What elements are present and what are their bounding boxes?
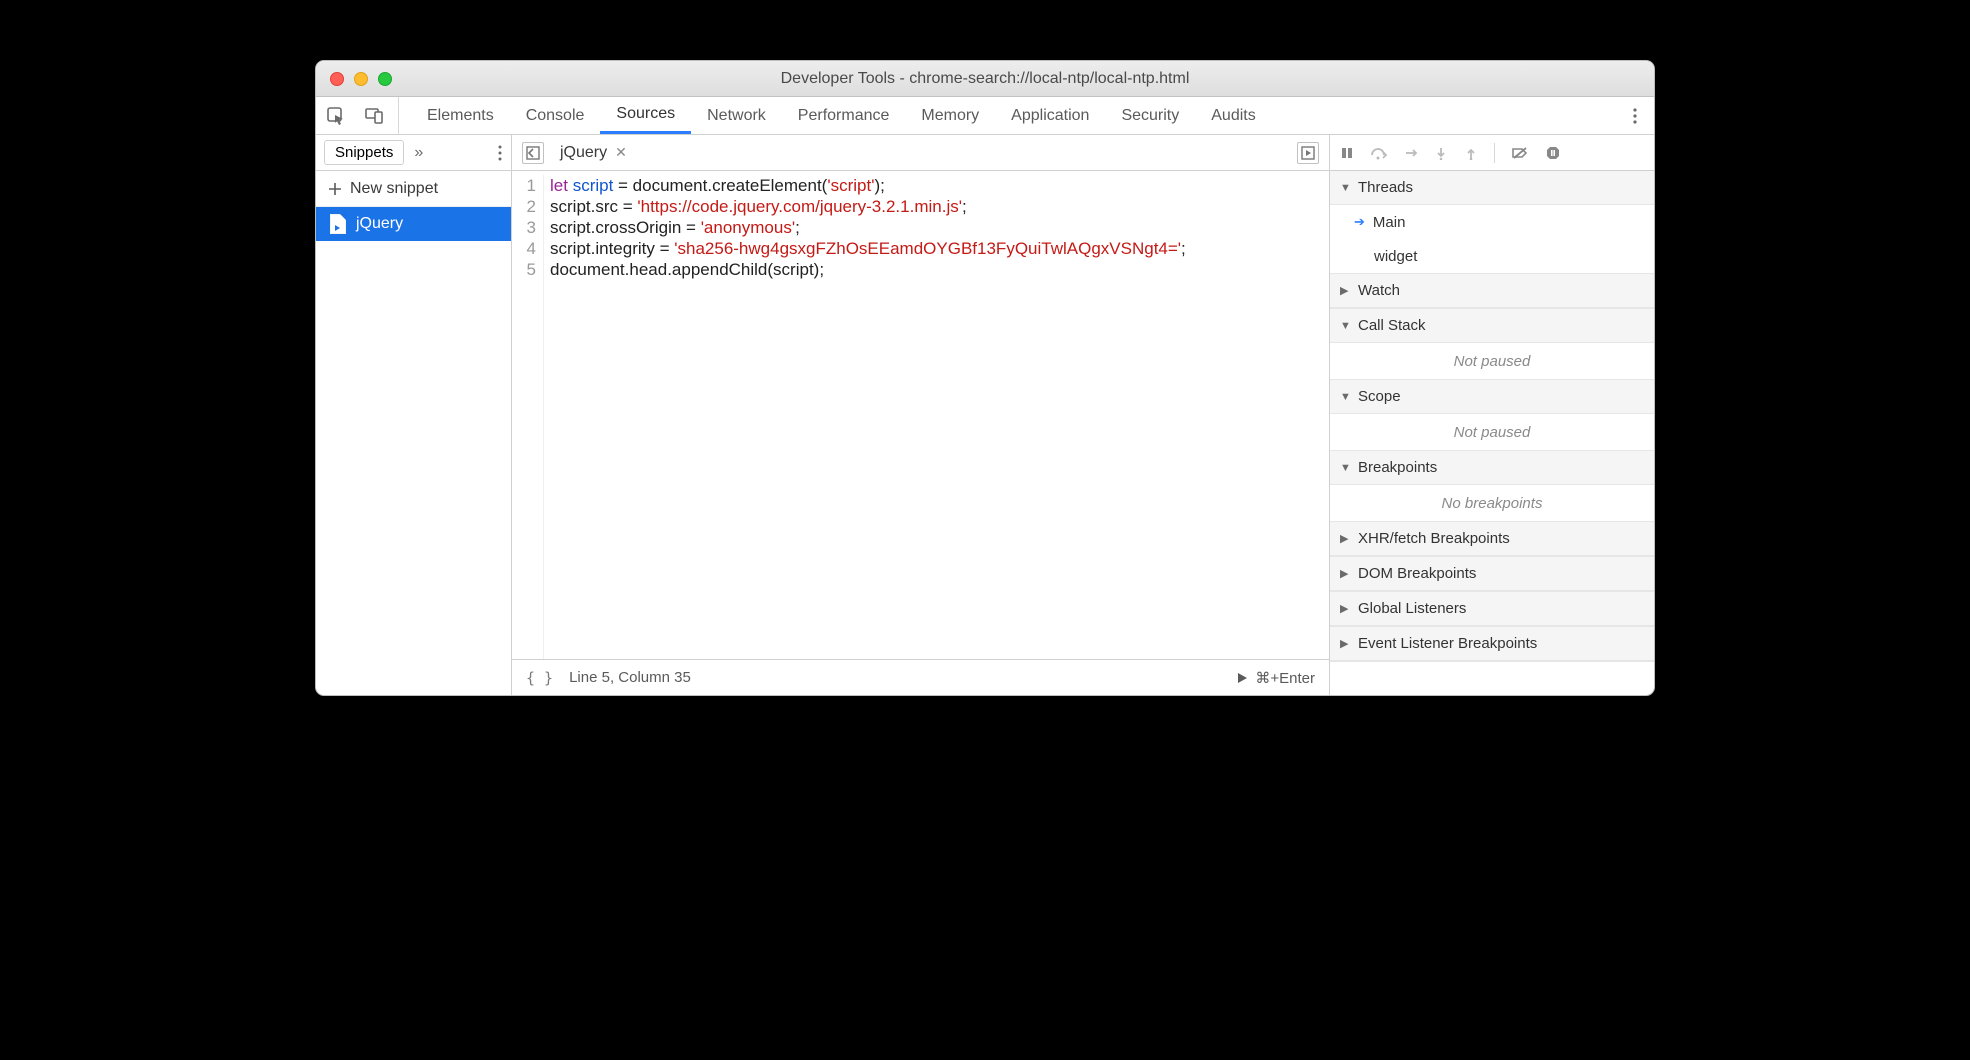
editor-panel: jQuery ✕ 1 2 3 4 5 let script = document…	[512, 135, 1330, 695]
chevron-down-icon: ▼	[1340, 182, 1352, 194]
device-toolbar-icon[interactable]	[364, 106, 384, 126]
tab-application[interactable]: Application	[995, 97, 1105, 134]
navigator-sidebar: Snippets » New snippet jQuery	[316, 135, 512, 695]
snippet-item-jquery[interactable]: jQuery	[316, 207, 511, 241]
callstack-section-header[interactable]: ▼Call Stack	[1330, 309, 1654, 343]
devtools-window: Developer Tools - chrome-search://local-…	[315, 60, 1655, 696]
thread-main[interactable]: ➔Main	[1330, 205, 1654, 239]
pause-icon[interactable]	[1340, 146, 1354, 160]
step-into-icon[interactable]	[1404, 146, 1418, 160]
chevron-right-icon: ▶	[1340, 637, 1352, 650]
close-tab-icon[interactable]: ✕	[615, 144, 627, 161]
chevron-down-icon: ▼	[1340, 462, 1352, 474]
navigator-kebab-icon[interactable]	[497, 144, 503, 162]
editor-tab-label: jQuery	[560, 144, 607, 162]
navigator-tabs-bar: Snippets »	[316, 135, 511, 171]
chevron-down-icon: ▼	[1340, 320, 1352, 332]
scope-empty: Not paused	[1330, 414, 1654, 450]
chevron-right-icon: ▶	[1340, 602, 1352, 615]
xhr-breakpoints-section-header[interactable]: ▶XHR/fetch Breakpoints	[1330, 522, 1654, 556]
editor-tab-jquery[interactable]: jQuery ✕	[554, 144, 633, 162]
threads-section-header[interactable]: ▼Threads	[1330, 171, 1654, 205]
callstack-empty: Not paused	[1330, 343, 1654, 379]
event-listener-breakpoints-section-header[interactable]: ▶Event Listener Breakpoints	[1330, 627, 1654, 661]
thread-widget[interactable]: widget	[1330, 239, 1654, 273]
navigator-tab-snippets[interactable]: Snippets	[324, 140, 404, 165]
chevron-right-icon: ▶	[1340, 532, 1352, 545]
tab-security[interactable]: Security	[1105, 97, 1195, 134]
scope-section-header[interactable]: ▼Scope	[1330, 380, 1654, 414]
run-hint: ⌘+Enter	[1255, 669, 1315, 687]
dom-breakpoints-section-header[interactable]: ▶DOM Breakpoints	[1330, 557, 1654, 591]
breakpoints-section-header[interactable]: ▼Breakpoints	[1330, 451, 1654, 485]
debugger-toolbar	[1330, 135, 1654, 171]
new-snippet-label: New snippet	[350, 180, 438, 198]
tab-sources[interactable]: Sources	[600, 97, 691, 134]
deactivate-breakpoints-icon[interactable]	[1511, 146, 1529, 160]
editor-footer: { } Line 5, Column 35 ⌘+Enter	[512, 659, 1329, 695]
debugger-toggle-button[interactable]	[1297, 142, 1319, 164]
tab-audits[interactable]: Audits	[1195, 97, 1271, 134]
navigator-more-tabs-icon[interactable]: »	[414, 144, 423, 162]
devtools-toolbar: Elements Console Sources Network Perform…	[316, 97, 1654, 135]
inspect-element-icon[interactable]	[326, 106, 346, 126]
code-editor[interactable]: 1 2 3 4 5 let script = document.createEl…	[512, 171, 1329, 659]
tab-console[interactable]: Console	[510, 97, 601, 134]
chevron-down-icon: ▼	[1340, 391, 1352, 403]
new-snippet-button[interactable]: New snippet	[316, 171, 511, 207]
chevron-right-icon: ▶	[1340, 567, 1352, 580]
kebab-menu-icon[interactable]	[1632, 106, 1638, 126]
window-titlebar: Developer Tools - chrome-search://local-…	[316, 61, 1654, 97]
step-in-icon[interactable]	[1434, 146, 1448, 160]
plus-icon	[328, 182, 342, 196]
chevron-right-icon: ▶	[1340, 284, 1352, 297]
line-gutter: 1 2 3 4 5	[512, 175, 544, 659]
window-title: Developer Tools - chrome-search://local-…	[316, 70, 1654, 88]
current-thread-arrow-icon: ➔	[1354, 214, 1365, 230]
tab-performance[interactable]: Performance	[782, 97, 906, 134]
step-out-icon[interactable]	[1464, 146, 1478, 160]
tab-memory[interactable]: Memory	[905, 97, 995, 134]
snippet-file-icon	[330, 214, 346, 234]
editor-tabs-bar: jQuery ✕	[512, 135, 1329, 171]
breakpoints-empty: No breakpoints	[1330, 485, 1654, 521]
debugger-sidebar: ▼Threads ➔Main widget ▶Watch ▼Call Stack…	[1330, 135, 1654, 695]
navigator-toggle-button[interactable]	[522, 142, 544, 164]
step-over-icon[interactable]	[1370, 146, 1388, 160]
pause-on-exceptions-icon[interactable]	[1545, 145, 1561, 161]
panel-tabs: Elements Console Sources Network Perform…	[411, 97, 1272, 134]
global-listeners-section-header[interactable]: ▶Global Listeners	[1330, 592, 1654, 626]
snippet-item-label: jQuery	[356, 215, 403, 233]
run-snippet-icon[interactable]	[1235, 671, 1249, 685]
watch-section-header[interactable]: ▶Watch	[1330, 274, 1654, 308]
tab-network[interactable]: Network	[691, 97, 782, 134]
tab-elements[interactable]: Elements	[411, 97, 510, 134]
cursor-position: Line 5, Column 35	[569, 669, 691, 686]
pretty-print-icon[interactable]: { }	[526, 669, 553, 687]
code-content: let script = document.createElement('scr…	[544, 175, 1186, 659]
